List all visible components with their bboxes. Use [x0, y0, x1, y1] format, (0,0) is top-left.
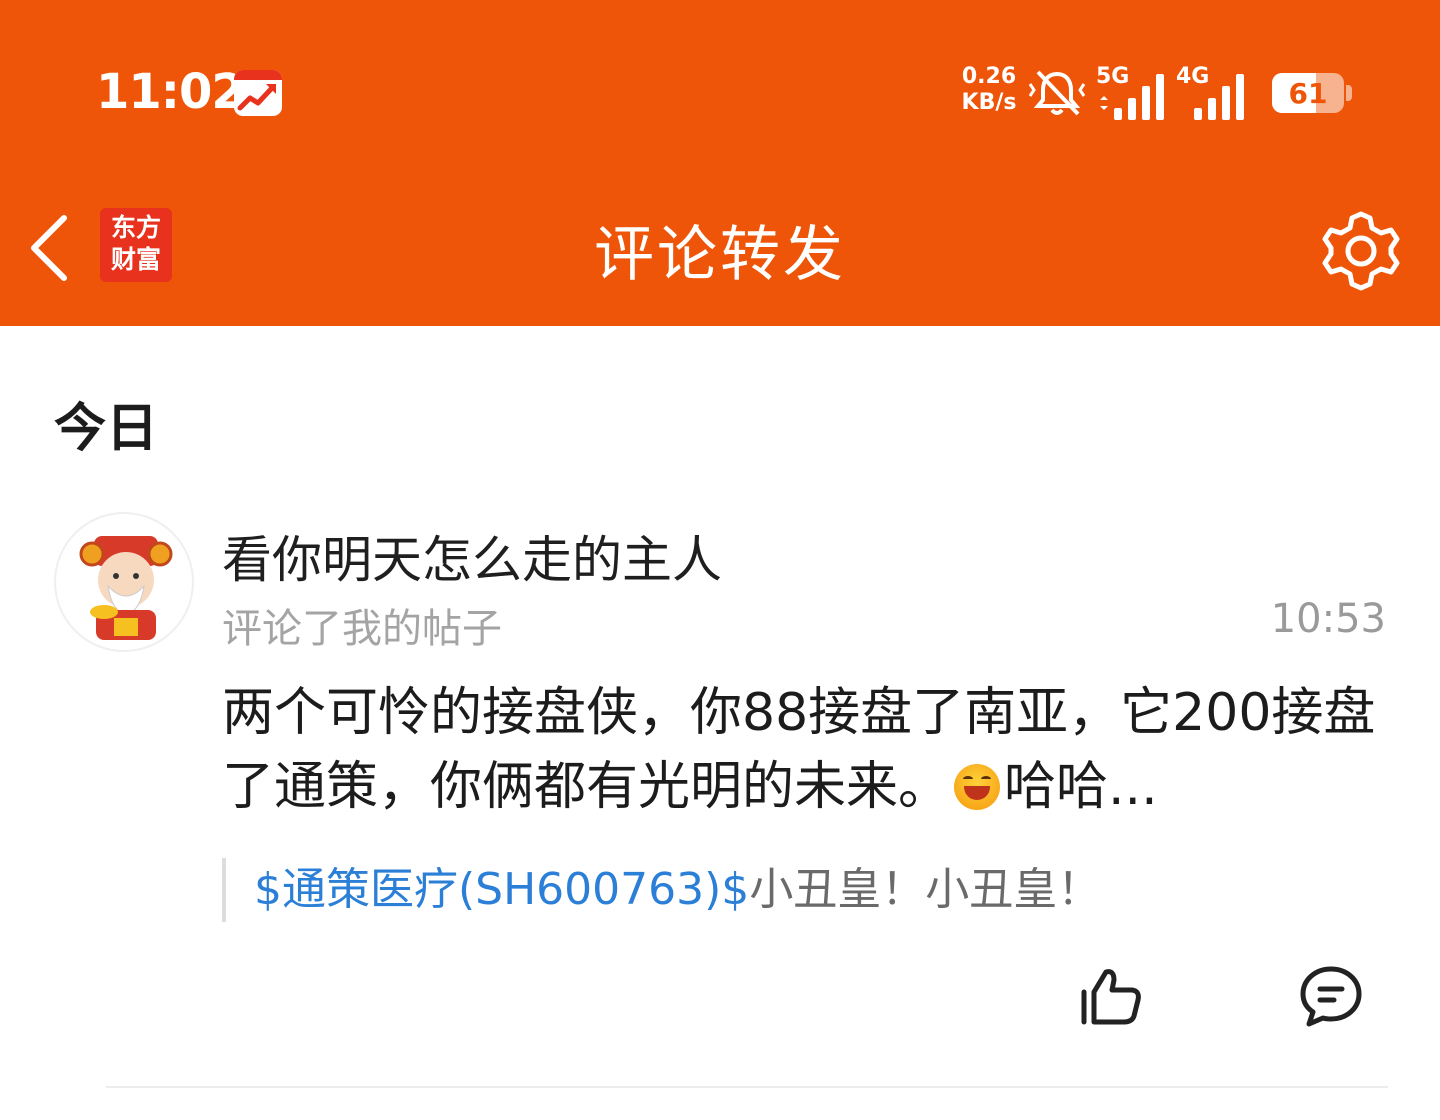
- thumbs-up-icon: [1081, 969, 1141, 1025]
- app-header: 11:02 0.26 KB/s 5G 4G 61 东方 财富 评论转发: [0, 0, 1440, 326]
- gear-icon: [1322, 211, 1400, 291]
- comment-part-1: 两个可怜的接盘侠，你88接盘了南亚，它200接盘了通策，你俩都有光明的未来。: [222, 683, 1376, 817]
- laughing-emoji-icon: [954, 764, 1001, 810]
- comment-text[interactable]: 两个可怜的接盘侠，你88接盘了南亚，它200接盘了通策，你俩都有光明的未来。 哈哈…: [222, 676, 1382, 824]
- reply-button[interactable]: [1298, 964, 1364, 1030]
- status-time: 11:02: [96, 64, 245, 120]
- action-description: 评论了我的帖子: [222, 606, 502, 652]
- section-date-today: 今日: [54, 399, 159, 459]
- page-title: 评论转发: [594, 220, 846, 290]
- stock-link[interactable]: $通策医疗(SH600763)$: [254, 864, 749, 915]
- battery-icon: 61: [1272, 73, 1352, 113]
- network-speed: 0.26 KB/s: [961, 64, 1017, 115]
- comment-time: 10:53: [1270, 596, 1386, 642]
- quoted-post-text: 小丑皇！小丑皇！: [749, 864, 1102, 915]
- like-button[interactable]: [1078, 964, 1144, 1030]
- settings-button[interactable]: [1318, 208, 1404, 294]
- divider: [106, 1086, 1388, 1088]
- signal-5g-icon: [1100, 74, 1164, 120]
- quoted-post[interactable]: $通策医疗(SH600763)$小丑皇！小丑皇！: [222, 858, 1101, 922]
- bell-muted-icon: [1028, 70, 1086, 116]
- comment-bubble-icon: [1300, 966, 1362, 1027]
- comment-part-2: 哈哈...: [1004, 757, 1158, 817]
- stock-app-notification-icon: [234, 70, 282, 116]
- caishen-avatar-icon: [79, 536, 173, 640]
- signal-4g-icon: [1194, 74, 1244, 120]
- avatar[interactable]: [54, 512, 194, 652]
- commenter-username[interactable]: 看你明天怎么走的主人: [222, 520, 722, 592]
